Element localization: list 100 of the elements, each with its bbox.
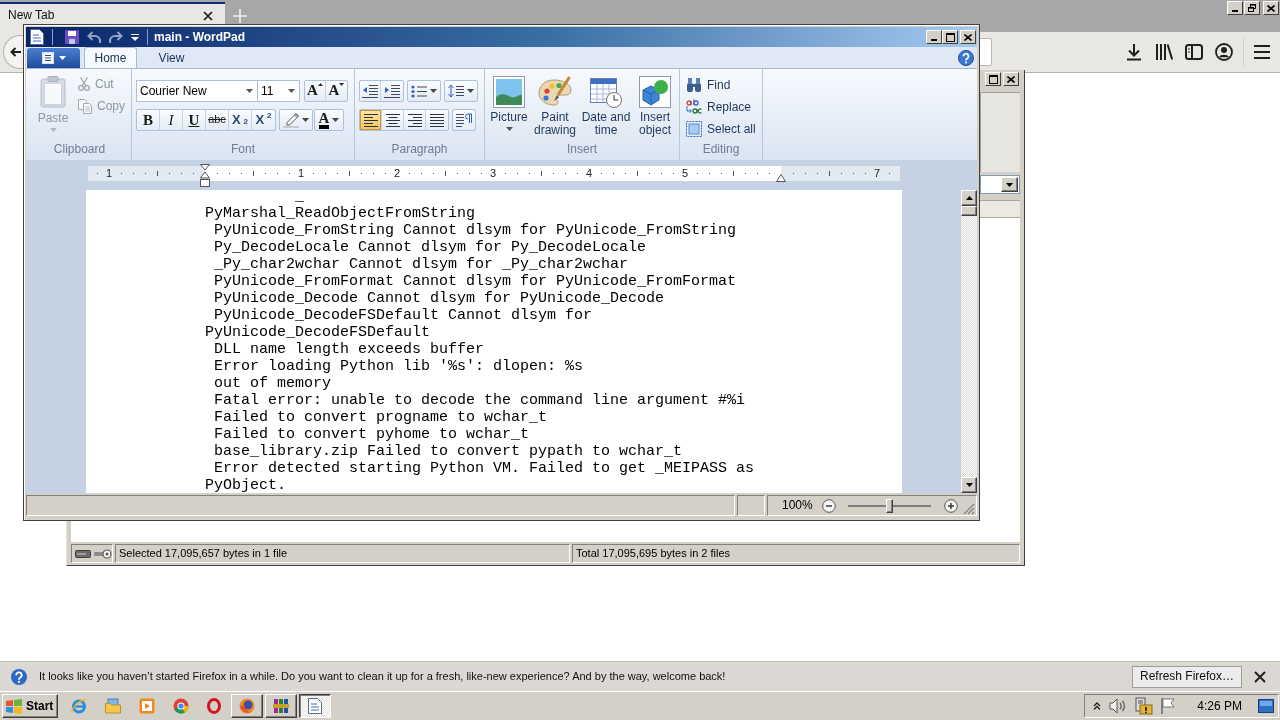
ring-icon[interactable] (207, 698, 221, 714)
group-label: Paragraph (390, 141, 449, 158)
speaker-icon[interactable] (1109, 698, 1128, 714)
restore-button[interactable] (1244, 1, 1260, 15)
decrease-indent-button[interactable] (360, 81, 381, 101)
align-left-button[interactable] (360, 110, 382, 130)
document-line: Error loading Python lib '%s': dlopen: %s (213, 358, 584, 375)
minimize-button[interactable] (1227, 1, 1243, 15)
app-menu-button[interactable] (27, 48, 80, 68)
zoom-in-icon[interactable] (943, 498, 958, 513)
clock: 4:26 PM (1197, 698, 1242, 714)
ruler-number: 1 (104, 166, 114, 181)
slider-thumb[interactable] (885, 498, 893, 513)
line-spacing-button[interactable] (444, 80, 478, 102)
outdent-icon (362, 84, 378, 98)
address-field[interactable] (980, 38, 992, 66)
ring-logo-icon[interactable] (173, 698, 189, 714)
minimize-button[interactable] (926, 30, 942, 44)
date-time-button[interactable]: Date and time (580, 76, 632, 140)
download-icon[interactable] (1125, 43, 1143, 61)
desktop-icon[interactable] (1258, 699, 1274, 713)
superscript-button[interactable]: X$^{2}$ (252, 110, 275, 130)
zoom-out-icon[interactable] (821, 498, 836, 513)
close-button[interactable] (960, 30, 976, 44)
document-line: DLL name length exceeds buffer (213, 341, 485, 358)
document-line: Failed to convert pyhome to wchar_t (213, 426, 530, 443)
notification-message: It looks like you haven’t started Firefox in a while. Do you want to clean it up for a fresh, like-new experience? And by the way, welcome back! (39, 669, 726, 684)
minimize-icon (1232, 10, 1238, 12)
underline-button[interactable]: U (183, 110, 206, 130)
shrink-font-button[interactable]: A (326, 81, 347, 101)
windows-logo-icon (5, 698, 23, 714)
justify-icon (430, 113, 444, 127)
save-icon[interactable] (65, 30, 79, 44)
bold-button[interactable]: B (137, 110, 160, 130)
chevron-icon[interactable] (1093, 702, 1102, 710)
maximize-button[interactable] (942, 30, 958, 44)
strikethrough-button[interactable]: abc (206, 110, 229, 130)
font-size-field[interactable]: 11 (258, 80, 300, 102)
caret-down-icon (339, 83, 345, 86)
highlight-button[interactable] (279, 109, 313, 131)
refresh-button[interactable]: Refresh Firefox… (1131, 665, 1242, 688)
network-icon[interactable] (1135, 697, 1154, 715)
grow-font-button[interactable]: A (305, 81, 326, 101)
select-all-icon (686, 121, 702, 137)
select-all-button[interactable]: Select all (686, 121, 762, 137)
indent-marker-icon[interactable] (200, 164, 210, 188)
partial-text-line: _ (295, 190, 304, 205)
ribbon-tab[interactable]: View (145, 47, 198, 68)
scroll-up-button[interactable] (961, 190, 977, 206)
undo-icon[interactable] (87, 31, 101, 43)
start-button[interactable]: Start (2, 694, 58, 718)
close-button[interactable] (1003, 72, 1019, 86)
scroll-thumb[interactable] (961, 206, 977, 216)
bullets-button[interactable] (407, 80, 441, 102)
vertical-scrollbar[interactable] (961, 190, 977, 493)
help-icon[interactable] (958, 49, 974, 66)
globe-icon (239, 698, 255, 714)
shapes-icon (639, 76, 671, 108)
close-button[interactable] (1263, 1, 1279, 15)
flag-icon[interactable] (1161, 698, 1176, 714)
menu-icon[interactable] (1254, 45, 1270, 59)
document-icon[interactable] (30, 29, 44, 45)
document-line: Error detected starting Python VM. Failed to get _MEIPASS as (213, 460, 755, 477)
minimize-icon (931, 39, 937, 41)
document-line: PyUnicode_DecodeFSDefault Cannot dlsym for (213, 307, 593, 324)
library-icon[interactable] (1155, 44, 1173, 60)
dropdown-field[interactable] (980, 175, 1020, 194)
replace-button[interactable]: Replace (686, 99, 762, 115)
ribbon-tab[interactable]: Home (84, 47, 137, 68)
paragraph-icon (456, 113, 472, 127)
sidebar-icon[interactable] (1185, 44, 1203, 60)
document-line: Py_DecodeLocale Cannot dlsym for Py_DecodeLocale (213, 239, 647, 256)
browser-tab[interactable]: New Tab (0, 2, 225, 24)
font-color-button[interactable]: A (314, 109, 344, 131)
object-button[interactable]: Insert object (633, 76, 677, 140)
zoom-level: 100% (782, 498, 813, 513)
taskbar-button[interactable] (299, 694, 331, 718)
paint-button[interactable]: Paint drawing (531, 76, 579, 140)
close-icon[interactable] (1254, 670, 1266, 683)
redo-icon[interactable] (109, 31, 123, 43)
caret-icon[interactable] (131, 33, 139, 41)
caret-icon (302, 118, 309, 122)
back-arrow-icon (10, 47, 21, 57)
align-left-icon (363, 113, 378, 127)
back-button[interactable] (3, 35, 23, 69)
picture-button[interactable]: Picture (488, 76, 530, 140)
account-icon[interactable] (1215, 43, 1233, 61)
bullet-list-icon (411, 84, 427, 98)
font-family-field[interactable]: Courier New (136, 80, 258, 102)
paragraph-button[interactable] (452, 109, 476, 131)
find-button[interactable]: Find (686, 77, 762, 93)
document-icon (41, 52, 54, 64)
close-icon[interactable] (203, 10, 213, 21)
scroll-down-button[interactable] (961, 477, 977, 493)
group-label: Clipboard (52, 141, 107, 158)
maximize-button[interactable] (985, 72, 1001, 86)
drive-icon (75, 549, 91, 558)
ruler-number: 3 (488, 166, 498, 181)
italic-button[interactable]: I (160, 110, 183, 130)
document-line: PyUnicode_DecodeFSDefault (205, 324, 431, 341)
